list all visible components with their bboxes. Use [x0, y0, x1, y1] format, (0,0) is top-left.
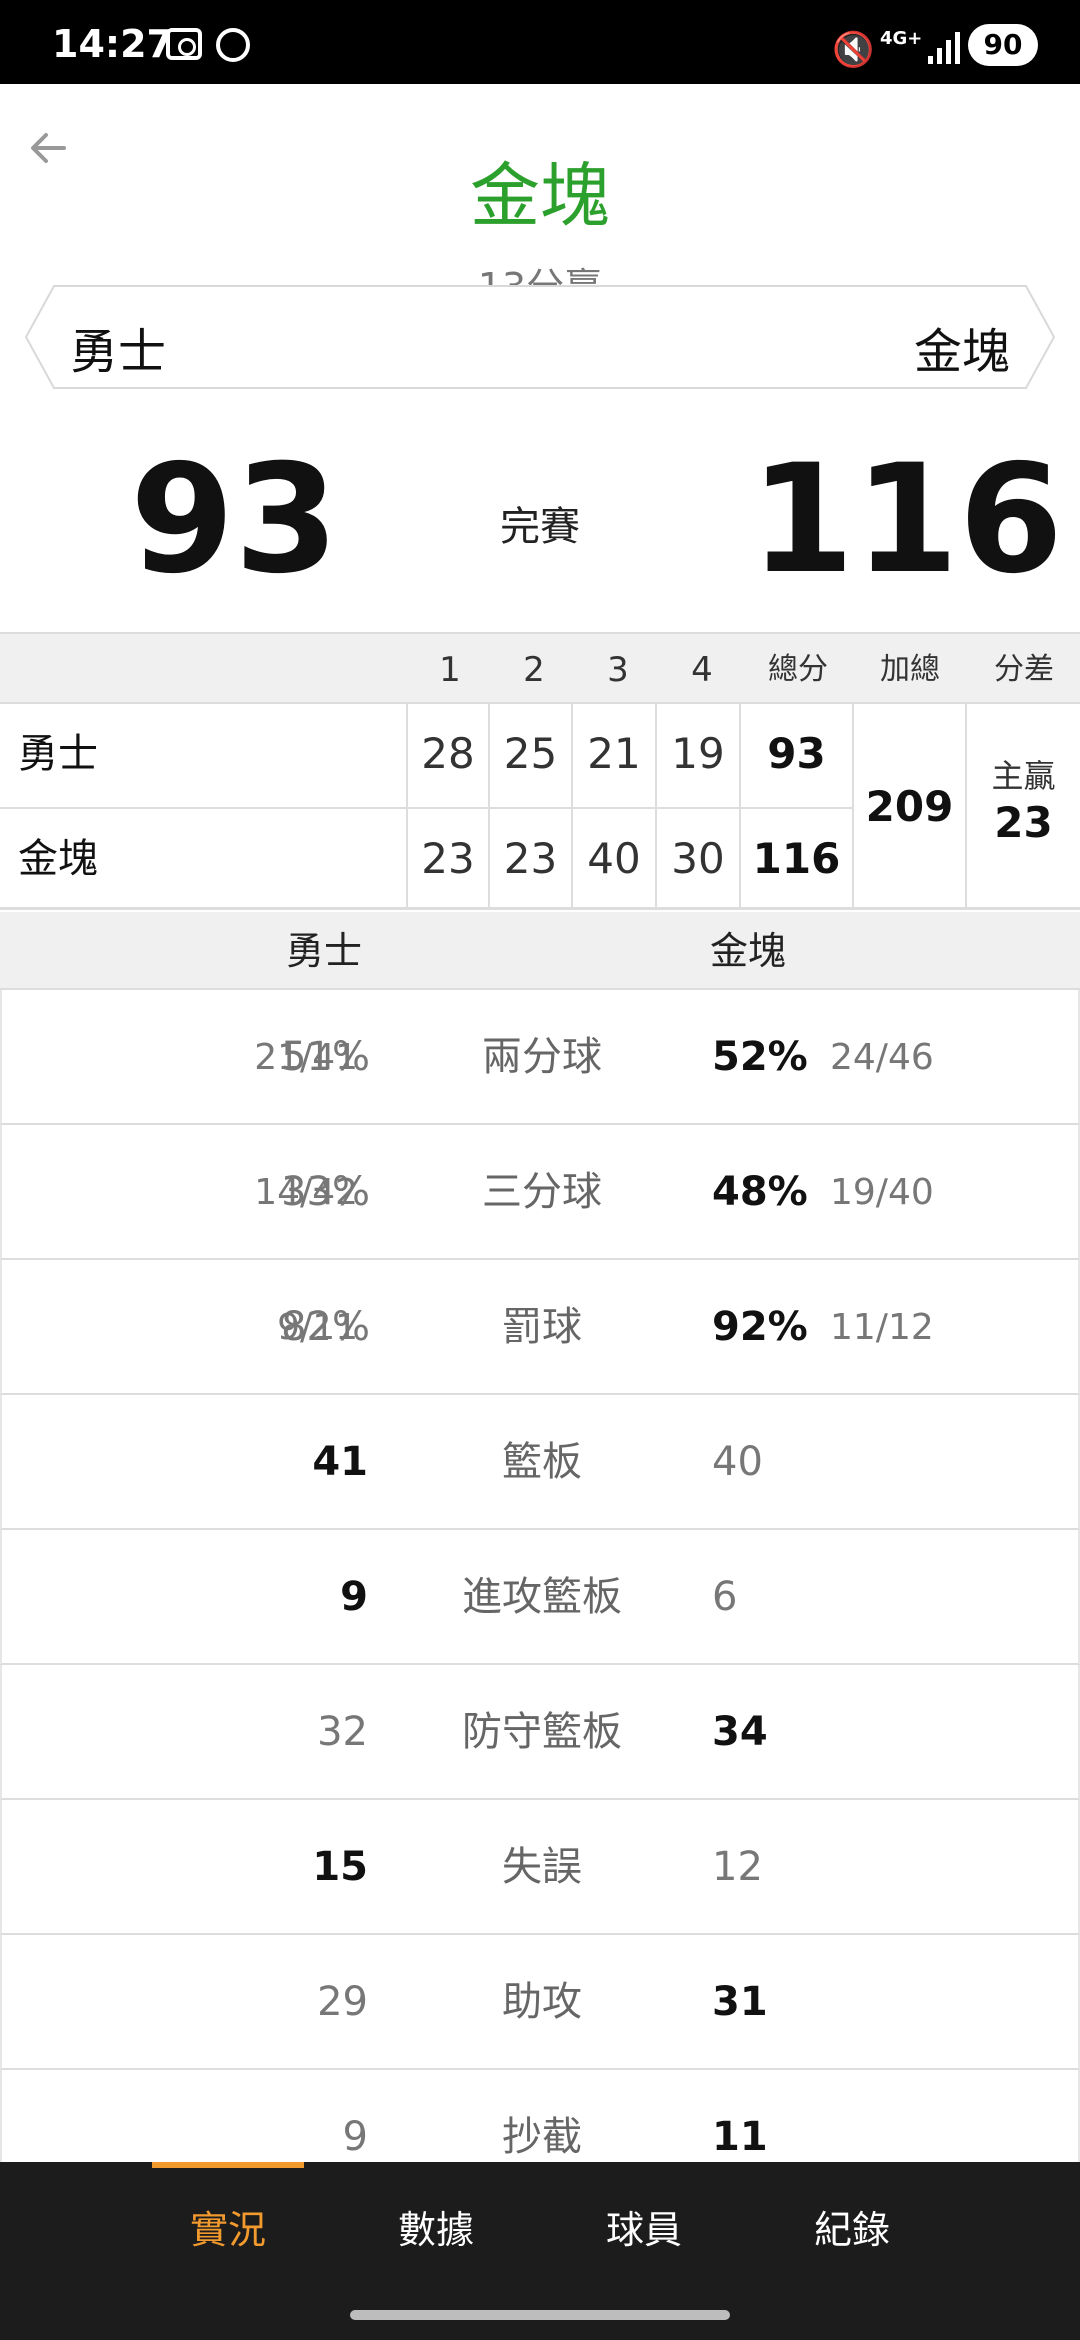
combined-total: 209 — [865, 782, 954, 831]
matchup-banner — [24, 285, 1056, 389]
tab-stats[interactable]: 數據 — [332, 2162, 540, 2298]
stats-right-team: 金塊 — [710, 929, 787, 973]
tab-players[interactable]: 球員 — [540, 2162, 748, 2298]
header-q2: 2 — [523, 650, 545, 690]
table-cell-total: 116 — [752, 834, 841, 883]
table-cell: 19 — [671, 729, 725, 778]
table-cell: 23 — [421, 834, 475, 883]
stat-right-value: 12 — [712, 1844, 763, 1890]
spread-value: 23 — [994, 798, 1053, 847]
stat-right-fraction: 11/12 — [830, 1307, 934, 1348]
stat-right-value: 31 — [712, 1979, 768, 2025]
away-team-name[interactable]: 勇士 — [70, 312, 166, 382]
stat-right-fraction: 19/40 — [830, 1172, 934, 1213]
stat-right-percent: 48% — [712, 1169, 808, 1215]
quarter-score-table: 1 2 3 4 總分 加總 分差 勇士 28 25 21 19 93 金塊 23… — [0, 632, 1080, 910]
network-label: 4G+ — [880, 28, 923, 49]
header-q4: 4 — [691, 650, 713, 690]
team-stats-list: 21/41 51% 兩分球 52% 24/46 14/42 33% 三分球 48… — [0, 990, 1080, 2162]
status-time: 14:27 — [52, 22, 173, 66]
stat-label: 抄截 — [502, 2114, 582, 2160]
stats-left-team: 勇士 — [286, 929, 363, 973]
table-cell: 28 — [421, 729, 475, 778]
table-cell-total: 93 — [767, 729, 826, 778]
signal-icon — [928, 30, 962, 64]
table-row-team: 金塊 — [18, 836, 98, 882]
stat-label: 助攻 — [502, 1979, 582, 2025]
home-team-name[interactable]: 金塊 — [914, 312, 1010, 382]
stat-right-value: 11 — [712, 2114, 768, 2160]
table-cell: 25 — [503, 729, 558, 778]
stat-right-percent: 52% — [712, 1034, 808, 1080]
winner-title: 金塊 — [470, 155, 610, 237]
stat-row: 14/42 33% 三分球 48% 19/40 — [0, 1125, 1080, 1260]
screenshot-icon — [166, 28, 202, 60]
stat-label: 防守籃板 — [462, 1709, 622, 1755]
combined-total-cell: 209 — [854, 704, 965, 910]
mute-icon: 🔇 — [832, 30, 875, 70]
spread-cell: 主贏 23 — [967, 704, 1080, 910]
table-row-team: 勇士 — [18, 731, 98, 777]
table-cell: 40 — [587, 834, 641, 883]
quarter-table-header: 1 2 3 4 總分 加總 分差 — [0, 632, 1080, 704]
stat-label: 失誤 — [502, 1844, 582, 1890]
header-total: 總分 — [768, 652, 828, 687]
spread-label: 主贏 — [991, 757, 1056, 795]
tab-live[interactable]: 實況 — [124, 2162, 332, 2298]
table-cell: 21 — [587, 729, 641, 778]
assistant-icon — [216, 28, 250, 62]
stats-team-header: 勇士 金塊 — [0, 912, 1080, 990]
header-spread: 分差 — [994, 652, 1054, 687]
battery-icon: 90 — [968, 24, 1038, 66]
header-q3: 3 — [607, 650, 629, 690]
stat-row: 32 防守籃板 34 — [0, 1665, 1080, 1800]
header-q1: 1 — [439, 650, 461, 690]
status-bar: 14:27 🔇 4G+ 90 — [0, 0, 1080, 84]
home-score: 116 — [750, 433, 1064, 607]
table-cell: 23 — [503, 834, 558, 883]
home-indicator[interactable] — [350, 2310, 730, 2320]
table-cell: 30 — [671, 834, 725, 883]
stat-row: 9/11 82% 罰球 92% 11/12 — [0, 1260, 1080, 1395]
stat-row: 15 失誤 12 — [0, 1800, 1080, 1935]
quarter-table-body: 勇士 28 25 21 19 93 金塊 23 23 40 30 116 209… — [0, 704, 1080, 910]
stat-row: 9 進攻籃板 6 — [0, 1530, 1080, 1665]
stat-right-value: 6 — [712, 1574, 738, 1620]
stat-row: 21/41 51% 兩分球 52% 24/46 — [0, 990, 1080, 1125]
stat-right-value: 34 — [712, 1709, 768, 1755]
stat-right-percent: 92% — [712, 1304, 808, 1350]
stat-row: 41 籃板 40 — [0, 1395, 1080, 1530]
stat-right-fraction: 24/46 — [830, 1037, 934, 1078]
tab-records[interactable]: 紀錄 — [748, 2162, 956, 2298]
header-combined: 加總 — [880, 652, 940, 687]
stat-right-value: 40 — [712, 1439, 763, 1485]
stat-row: 29 助攻 31 — [0, 1935, 1080, 2070]
stat-row: 9 抄截 11 — [0, 2070, 1080, 2162]
stat-label: 進攻籃板 — [462, 1574, 622, 1620]
stat-label: 籃板 — [502, 1439, 582, 1485]
